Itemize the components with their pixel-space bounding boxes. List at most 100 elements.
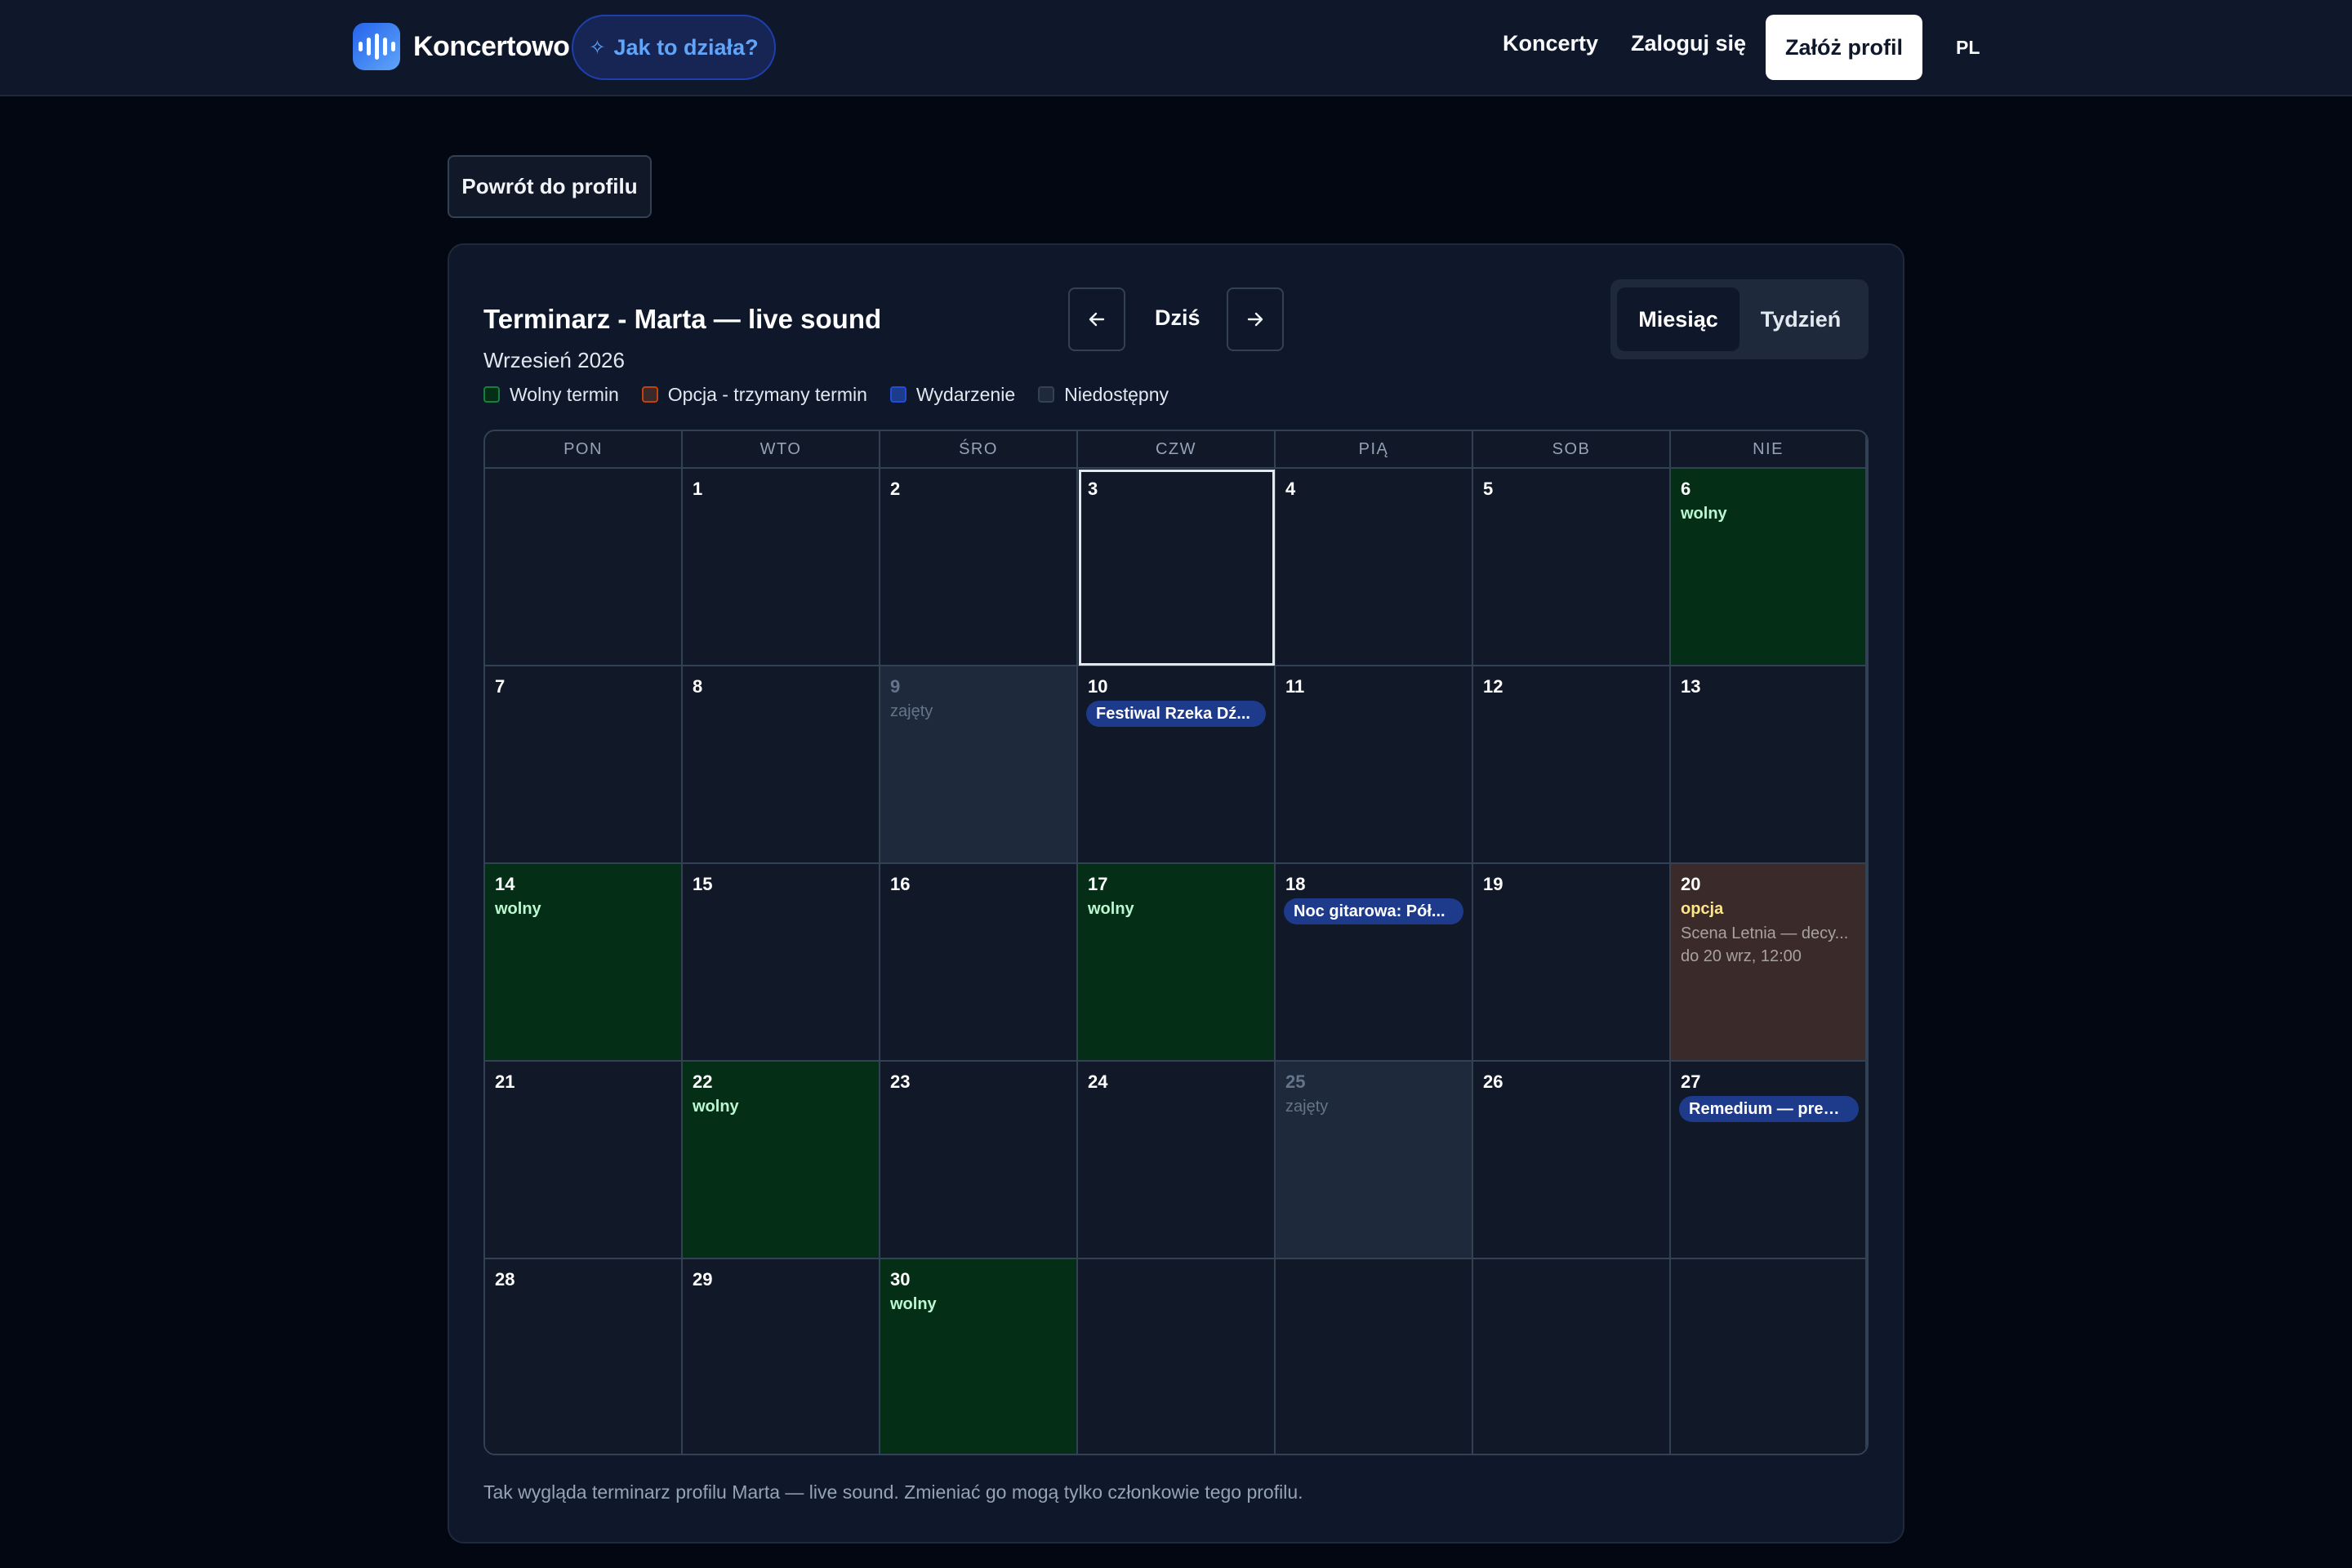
event-title: Festiwal Rzeka Dź...	[1096, 704, 1250, 723]
view-month-tab[interactable]: Miesiąc	[1617, 287, 1740, 351]
day-cell[interactable]: 9 zajęty	[880, 666, 1078, 864]
day-cell[interactable]: 19	[1473, 864, 1671, 1062]
day-cell[interactable]: 20 opcja Scena Letnia — decy... do 20 wrz, …	[1671, 864, 1867, 1062]
day-cell[interactable]: 1	[683, 469, 880, 666]
calendar-title: Terminarz - Marta — live sound	[483, 304, 882, 334]
day-cell[interactable]: 12	[1473, 666, 1671, 864]
day-number: 29	[693, 1269, 713, 1290]
weekday-header: PON	[485, 431, 683, 469]
day-number: 6	[1681, 479, 1691, 499]
day-cell[interactable]: 6 wolny	[1671, 469, 1867, 666]
legend-label-event: Wydarzenie	[915, 383, 1016, 405]
day-cell[interactable]: 25 zajęty	[1276, 1062, 1473, 1259]
day-cell[interactable]: 16	[880, 864, 1078, 1062]
legend-label-option: Opcja - trzymany termin	[667, 383, 867, 405]
day-number: 17	[1088, 874, 1108, 894]
day-number: 19	[1483, 874, 1503, 894]
event-pill[interactable]: Noc gitarowa: Pół...	[1284, 898, 1463, 924]
day-number: 15	[693, 874, 713, 894]
legend-swatch-unavailable	[1038, 386, 1055, 403]
day-cell[interactable]: 29	[683, 1259, 880, 1454]
day-cell[interactable]: 21	[485, 1062, 683, 1259]
day-status-label: wolny	[1088, 900, 1134, 918]
day-number: 28	[495, 1269, 515, 1290]
day-number: 27	[1681, 1071, 1701, 1092]
day-cell[interactable]: 18 Noc gitarowa: Pół...	[1276, 864, 1473, 1062]
day-cell[interactable]: 7	[485, 666, 683, 864]
event-title: Noc gitarowa: Pół...	[1294, 902, 1446, 920]
day-number: 22	[693, 1071, 713, 1092]
weekday-header: SOB	[1473, 431, 1671, 469]
day-number: 9	[890, 676, 901, 697]
day-cell[interactable]: 28	[485, 1259, 683, 1454]
day-cell[interactable]: 8	[683, 666, 880, 864]
day-number: 10	[1088, 676, 1108, 697]
nav-login-link[interactable]: Zaloguj się	[1631, 31, 1746, 56]
day-cell[interactable]: 13	[1671, 666, 1867, 864]
empty-day-cell	[1473, 1259, 1671, 1454]
day-number: 11	[1285, 676, 1305, 697]
day-cell[interactable]: 5	[1473, 469, 1671, 666]
day-number: 20	[1681, 874, 1701, 894]
weekday-header: WTO	[683, 431, 880, 469]
day-number: 7	[495, 676, 506, 697]
day-number: 21	[495, 1071, 515, 1092]
day-cell[interactable]: 14 wolny	[485, 864, 683, 1062]
day-cell[interactable]: 23	[880, 1062, 1078, 1259]
day-status-label: wolny	[890, 1295, 937, 1313]
option-note: Scena Letnia — decy...	[1681, 924, 1849, 942]
legend-item-option: Opcja - trzymany termin	[641, 383, 867, 406]
empty-day-cell	[1078, 1259, 1276, 1454]
legend-swatch-free	[483, 386, 500, 403]
legend-label-free: Wolny termin	[510, 383, 619, 405]
day-cell[interactable]: 30 wolny	[880, 1259, 1078, 1454]
day-number: 8	[693, 676, 703, 697]
event-pill[interactable]: Festiwal Rzeka Dź...	[1086, 701, 1266, 727]
day-cell[interactable]: 27 Remedium — prem...	[1671, 1062, 1867, 1259]
day-number: 16	[890, 874, 911, 894]
language-switcher[interactable]: PL	[1956, 37, 1980, 59]
day-cell[interactable]: 15	[683, 864, 880, 1062]
day-status-label: wolny	[693, 1098, 739, 1116]
view-week-tab[interactable]: Tydzień	[1740, 287, 1862, 351]
view-toggle: Miesiąc Tydzień	[1610, 279, 1869, 359]
option-deadline: do 20 wrz, 12:00	[1681, 947, 1802, 965]
day-status-label: opcja	[1681, 900, 1724, 918]
signup-button[interactable]: Załóż profil	[1766, 15, 1922, 80]
day-cell[interactable]: 22 wolny	[683, 1062, 880, 1259]
day-number: 13	[1681, 676, 1701, 697]
today-button[interactable]: Dziś	[1155, 305, 1200, 331]
how-it-works-button[interactable]: ✧ Jak to działa?	[572, 15, 776, 80]
soundwave-logo-icon	[353, 23, 400, 70]
weekday-header: NIE	[1671, 431, 1867, 469]
brand-logo-link[interactable]: Koncertowo	[353, 22, 570, 71]
day-cell[interactable]: 24	[1078, 1062, 1276, 1259]
day-number: 4	[1285, 479, 1296, 499]
day-status-label: wolny	[495, 900, 541, 918]
day-cell[interactable]: 17 wolny	[1078, 864, 1276, 1062]
day-number: 30	[890, 1269, 911, 1290]
day-cell[interactable]: 10 Festiwal Rzeka Dź...	[1078, 666, 1276, 864]
day-status-label: zajęty	[1285, 1098, 1329, 1116]
legend-swatch-option	[641, 386, 658, 403]
calendar-month-label: Wrzesień 2026	[483, 348, 625, 372]
day-cell[interactable]: 2	[880, 469, 1078, 666]
brand-name: Koncertowo	[413, 30, 570, 62]
day-number: 25	[1285, 1071, 1306, 1092]
day-cell[interactable]: 3	[1078, 469, 1276, 666]
event-title: Remedium — prem...	[1689, 1099, 1849, 1118]
nav-concerts-link[interactable]: Koncerty	[1503, 31, 1598, 56]
day-cell[interactable]: 4	[1276, 469, 1473, 666]
legend-item-free: Wolny termin	[483, 384, 619, 406]
day-number: 12	[1483, 676, 1503, 697]
day-cell[interactable]: 11	[1276, 666, 1473, 864]
legend-item-unavailable: Niedostępny	[1038, 384, 1169, 406]
back-to-profile-button[interactable]: Powrót do profilu	[448, 155, 652, 218]
day-cell[interactable]: 26	[1473, 1062, 1671, 1259]
event-pill[interactable]: Remedium — prem...	[1679, 1096, 1859, 1122]
empty-day-cell	[1671, 1259, 1867, 1454]
arrow-right-icon	[1247, 312, 1263, 327]
previous-month-button[interactable]	[1068, 287, 1125, 351]
top-navigation-bar: Koncertowo ✧ Jak to działa? Koncerty Zal…	[0, 0, 2352, 96]
next-month-button[interactable]	[1227, 287, 1284, 351]
